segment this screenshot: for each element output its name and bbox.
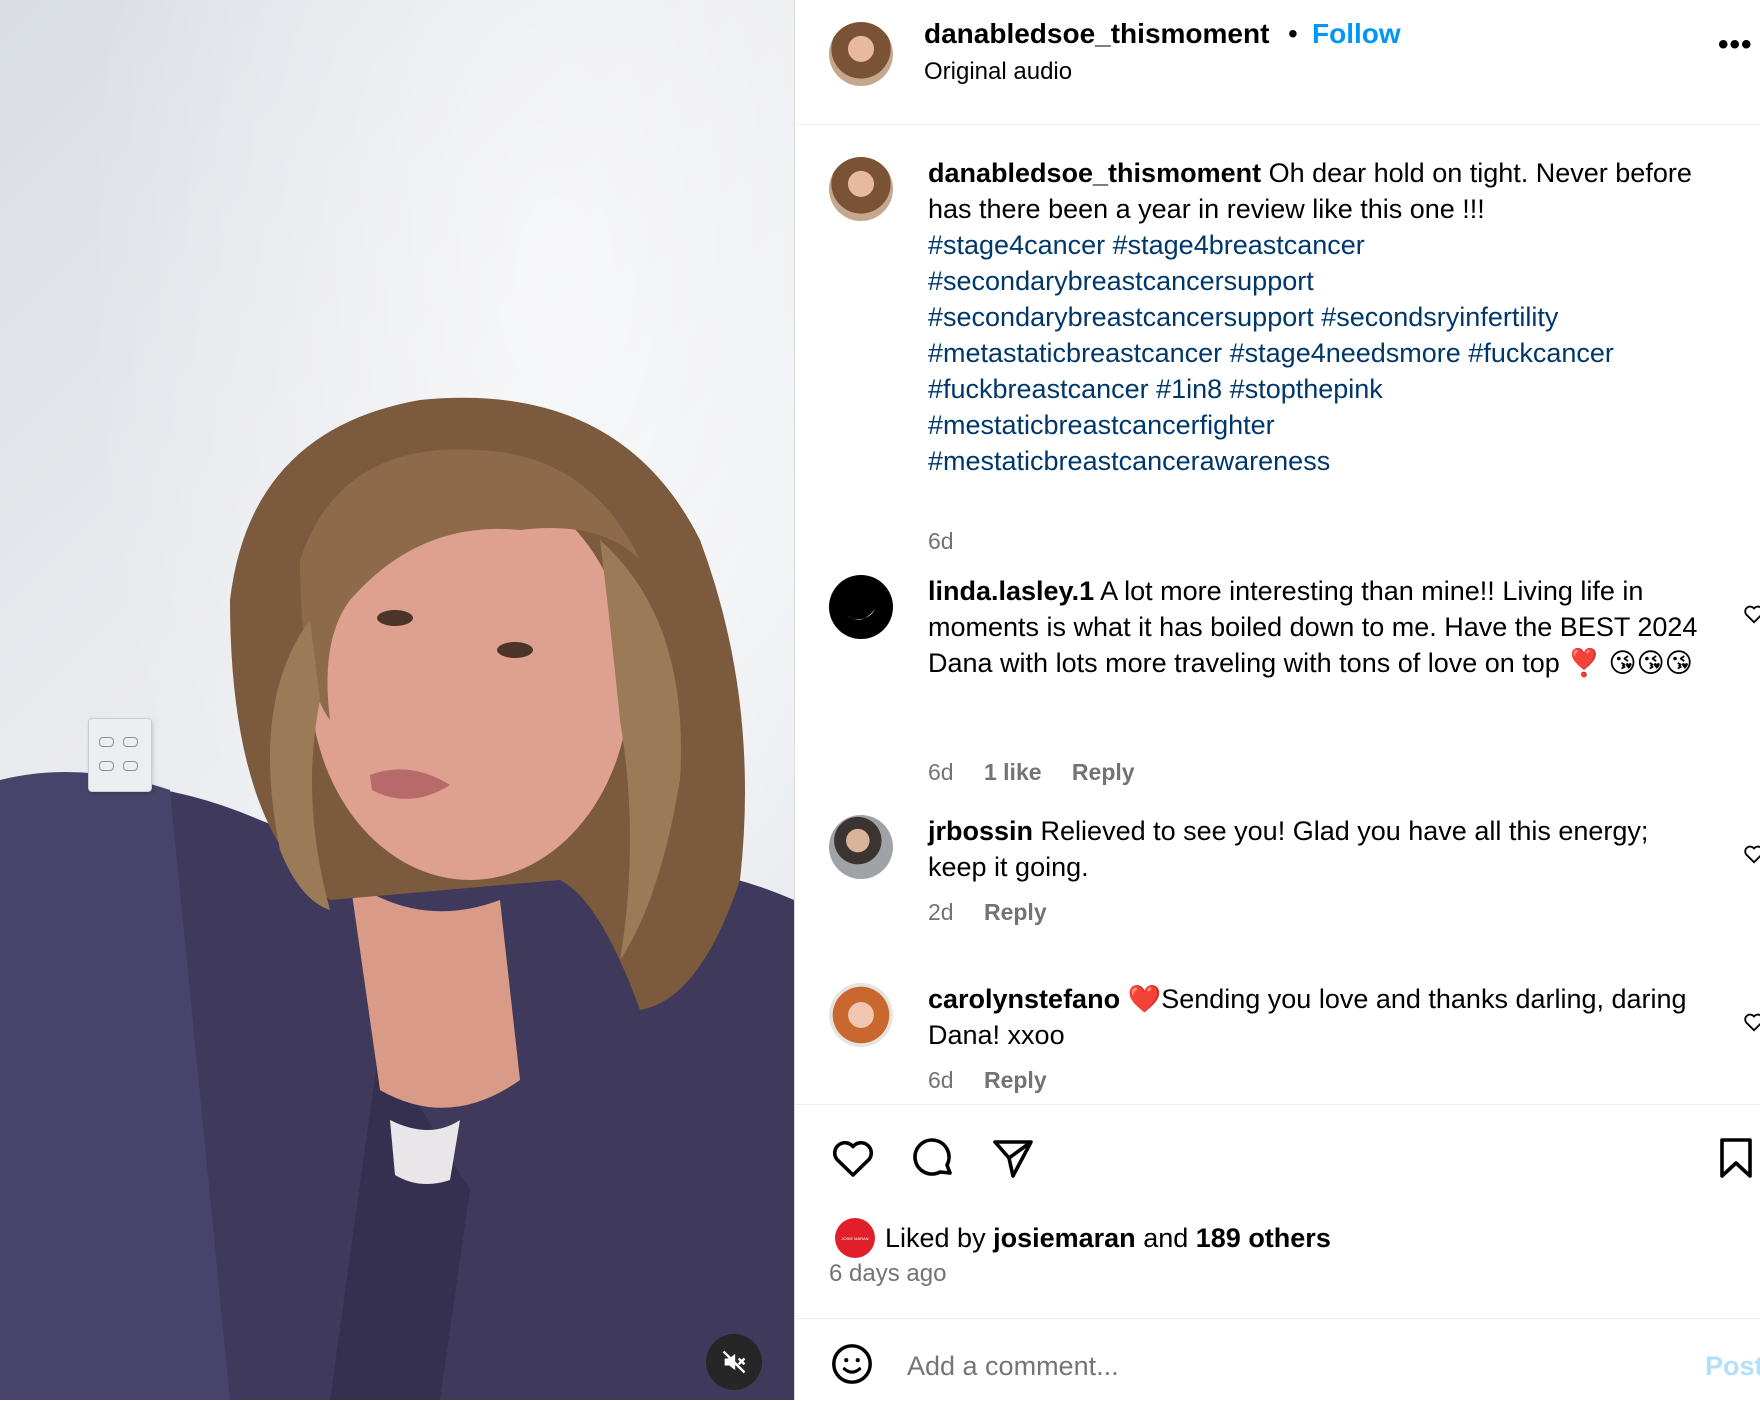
comment-bubble-icon[interactable]: [909, 1134, 957, 1182]
caption-username[interactable]: danabledsoe_thismoment: [928, 158, 1261, 188]
separator-dot: •: [1288, 18, 1298, 49]
hashtag-line[interactable]: #secondarybreastcancersupport #secondsry…: [928, 302, 1558, 332]
comment-meta: 6d Reply: [928, 1067, 1071, 1094]
likes-others-count[interactable]: 189 others: [1196, 1223, 1331, 1254]
comment-text: Relieved to see you! Glad you have all t…: [928, 816, 1649, 882]
hashtag-line[interactable]: #secondarybreastcancersupport: [928, 266, 1314, 296]
moon-icon: [847, 609, 875, 620]
comment-time: 2d: [928, 899, 954, 925]
comment-likes-count[interactable]: 1 like: [984, 759, 1042, 785]
likes-summary[interactable]: JOSIE MARAN Liked by josiemaran and 189 …: [835, 1218, 1331, 1258]
comment-time: 6d: [928, 759, 954, 785]
person-illustration: [0, 397, 794, 1400]
comments-scroll-area[interactable]: danabledsoe_thismoment Oh dear hold on t…: [795, 125, 1760, 1105]
liker-avatar[interactable]: JOSIE MARAN: [835, 1218, 875, 1258]
commenter-avatar[interactable]: [829, 575, 893, 639]
reply-button[interactable]: Reply: [984, 1067, 1047, 1093]
comment-like-heart-icon[interactable]: [1743, 603, 1760, 625]
hashtag-line[interactable]: #stage4cancer #stage4breastcancer: [928, 230, 1365, 260]
post-video[interactable]: [0, 0, 794, 1400]
hashtag-line[interactable]: #mestaticbreastcancerfighter: [928, 410, 1275, 440]
post-header: danabledsoe_thismoment • Follow Original…: [795, 0, 1760, 125]
caption-avatar[interactable]: [829, 157, 893, 221]
share-send-icon[interactable]: [989, 1134, 1037, 1182]
comment-like-heart-icon[interactable]: [1743, 1011, 1760, 1033]
wall-light-switch: [88, 718, 152, 792]
hashtag-line[interactable]: #metastaticbreastcancer #stage4needsmore…: [928, 338, 1614, 368]
post-sidebar: danabledsoe_thismoment • Follow Original…: [795, 0, 1760, 1400]
actions-divider: [795, 1104, 1760, 1105]
audio-label[interactable]: Original audio: [924, 58, 1072, 86]
comment-text-block: carolynstefano ❤️Sending you love and th…: [928, 981, 1708, 1053]
caption-time: 6d: [928, 528, 954, 554]
reply-button[interactable]: Reply: [1072, 759, 1135, 785]
caption-text-block: danabledsoe_thismoment Oh dear hold on t…: [928, 155, 1708, 479]
mute-button[interactable]: [706, 1334, 762, 1390]
author-username[interactable]: danabledsoe_thismoment: [924, 18, 1269, 50]
comment-meta: 6d 1 like Reply: [928, 759, 1159, 786]
comment-meta: 2d Reply: [928, 899, 1071, 926]
caption-meta: 6d: [928, 528, 978, 555]
post-time-ago[interactable]: 6 days ago: [829, 1260, 946, 1288]
volume-off-icon: [722, 1350, 746, 1374]
hashtag-line[interactable]: #fuckbreastcancer #1in8 #stopthepink: [928, 374, 1383, 404]
comment-username[interactable]: jrbossin: [928, 816, 1033, 846]
liked-by-prefix: Liked by: [885, 1222, 986, 1253]
liked-by-and: and: [1143, 1222, 1189, 1253]
emoji-icon[interactable]: [829, 1341, 875, 1387]
more-options-icon[interactable]: •••: [1718, 28, 1753, 62]
add-comment-bar: Post: [795, 1318, 1760, 1401]
like-heart-icon[interactable]: [829, 1134, 877, 1182]
comment-username[interactable]: carolynstefano: [928, 984, 1120, 1014]
commenter-avatar[interactable]: [829, 815, 893, 879]
comment-like-heart-icon[interactable]: [1743, 843, 1760, 865]
commenter-avatar[interactable]: [829, 983, 893, 1047]
comment-username[interactable]: linda.lasley.1: [928, 576, 1094, 606]
comment-text-block: jrbossin Relieved to see you! Glad you h…: [928, 813, 1708, 885]
save-bookmark-icon[interactable]: [1712, 1134, 1760, 1182]
comment-text-block: linda.lasley.1 A lot more interesting th…: [928, 573, 1708, 681]
comment-input[interactable]: [907, 1351, 1607, 1382]
author-avatar[interactable]: [829, 22, 893, 86]
comment-time: 6d: [928, 1067, 954, 1093]
post-comment-button[interactable]: Post: [1705, 1351, 1760, 1382]
liker-username[interactable]: josiemaran: [993, 1223, 1136, 1254]
reply-button[interactable]: Reply: [984, 899, 1047, 925]
follow-button[interactable]: Follow: [1312, 18, 1401, 50]
hashtag-line[interactable]: #mestaticbreastcancerawareness: [928, 446, 1330, 476]
